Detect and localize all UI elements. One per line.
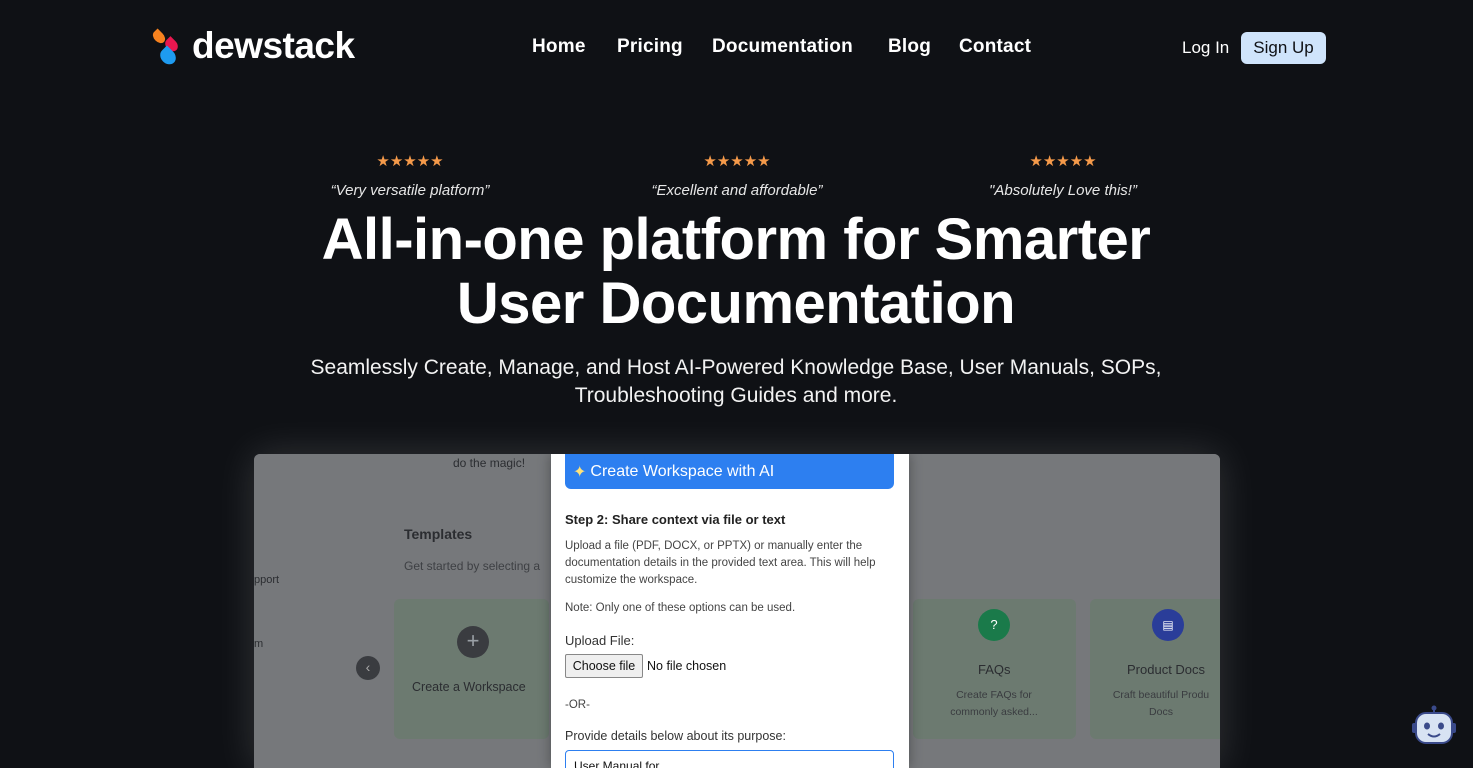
sparkle-icon: ✦ <box>573 463 587 481</box>
card-label: Create a Workspace <box>412 680 526 694</box>
modal-title: Create Workspace with AI <box>590 462 775 480</box>
details-textarea[interactable]: User Manual for <box>565 750 894 768</box>
modal-step-title: Step 2: Share context via file or text <box>565 512 786 527</box>
product-preview: do the magic! Templates Get started by s… <box>254 454 1220 768</box>
templates-subtitle: Get started by selecting a <box>404 559 541 573</box>
preview-text: do the magic! <box>453 456 526 470</box>
star-rating-icon: ★★★★★ <box>376 153 444 170</box>
testimonial-quote: "Absolutely Love this!” <box>989 182 1137 199</box>
nav-link-documentation[interactable]: Documentation <box>712 36 853 58</box>
upload-file-label: Upload File: <box>565 633 635 648</box>
nav-link-pricing[interactable]: Pricing <box>617 36 683 58</box>
templates-title: Templates <box>404 526 473 542</box>
modal-description: Upload a file (PDF, DOCX, or PPTX) or ma… <box>565 540 876 586</box>
hero-subtitle-line-2: Troubleshooting Guides and more. <box>574 384 898 407</box>
create-workspace-modal: ✦ Create Workspace with AI Step 2: Share… <box>551 454 909 768</box>
card-description: Create FAQs for commonly asked... <box>950 689 1038 718</box>
nav-link-home[interactable]: Home <box>532 36 586 58</box>
plus-icon: + <box>457 626 489 658</box>
hero-subtitle-line-1: Seamlessly Create, Manage, and Host AI-P… <box>310 356 1162 379</box>
nav-link-blog[interactable]: Blog <box>888 36 931 58</box>
testimonial-quote: “Excellent and affordable” <box>651 182 823 199</box>
testimonial: ★★★★★ “Excellent and affordable” <box>607 152 867 199</box>
card-description: Craft beautiful Produ Docs <box>1112 689 1210 718</box>
hero-title: All-in-one platform for Smarter User Doc… <box>236 208 1236 336</box>
testimonial-quote: “Very versatile platform” <box>330 182 490 199</box>
choose-file-button[interactable]: Choose file <box>565 654 643 678</box>
logo-drops-icon <box>150 28 194 68</box>
testimonial: ★★★★★ "Absolutely Love this!” <box>933 152 1193 199</box>
sidebar-item-support[interactable]: pport <box>254 574 279 586</box>
hero-subtitle: Seamlessly Create, Manage, and Host AI-P… <box>236 354 1236 410</box>
modal-note: Note: Only one of these options can be u… <box>565 602 796 614</box>
login-link[interactable]: Log In <box>1182 38 1229 58</box>
top-navigation: dewstack Home Pricing Documentation Blog… <box>0 0 1473 96</box>
signup-button[interactable]: Sign Up <box>1241 32 1326 64</box>
docs-icon: ▤ <box>1152 609 1184 641</box>
nav-link-contact[interactable]: Contact <box>959 36 1031 58</box>
chat-bot-icon[interactable] <box>1410 705 1458 753</box>
testimonial: ★★★★★ “Very versatile platform” <box>280 152 540 199</box>
sidebar-item[interactable]: m <box>254 638 263 650</box>
details-label: Provide details below about its purpose: <box>565 729 786 743</box>
chevron-left-icon[interactable]: ‹ <box>356 656 380 680</box>
template-card-create[interactable] <box>394 599 549 739</box>
brand-logo[interactable]: dewstack <box>150 25 355 68</box>
hero-title-line-2: User Documentation <box>456 271 1016 336</box>
brand-name: dewstack <box>192 25 355 66</box>
file-status: No file chosen <box>647 659 727 673</box>
star-rating-icon: ★★★★★ <box>703 153 771 170</box>
card-title: FAQs <box>978 662 1011 677</box>
card-title: Product Docs <box>1127 662 1206 677</box>
hero-title-line-1: All-in-one platform for Smarter <box>321 207 1151 272</box>
question-icon: ? <box>978 609 1010 641</box>
modal-header: ✦ Create Workspace with AI <box>565 454 894 489</box>
star-rating-icon: ★★★★★ <box>1029 153 1097 170</box>
or-divider: -OR- <box>565 699 590 711</box>
